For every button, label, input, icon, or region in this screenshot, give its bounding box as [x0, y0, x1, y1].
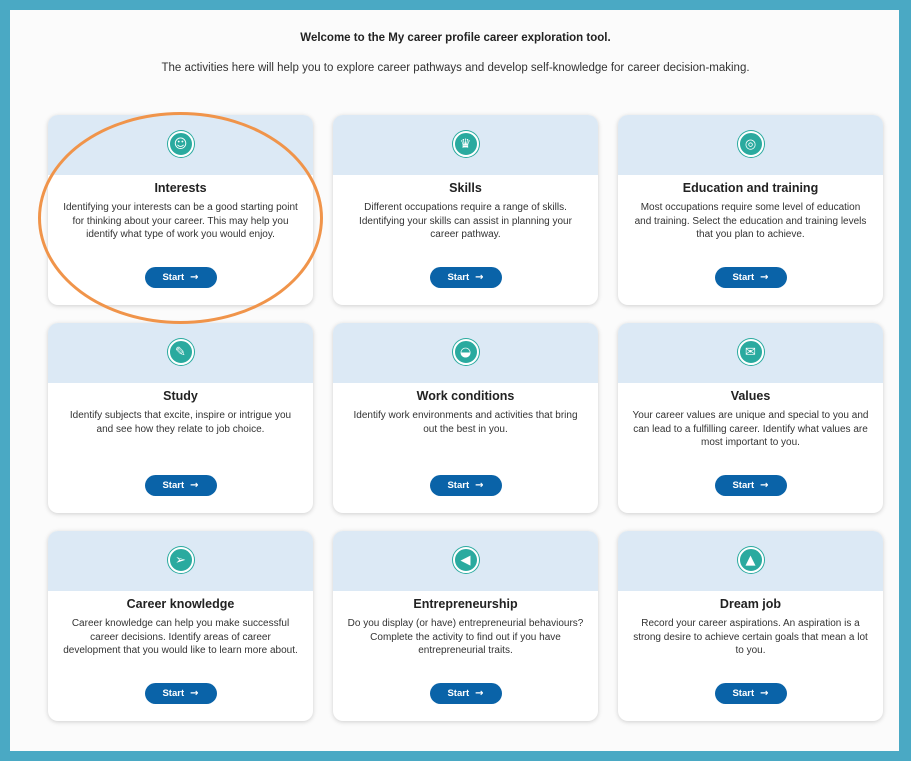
arrow-right-icon: →	[475, 688, 484, 699]
arrow-right-icon: →	[760, 480, 769, 491]
start-button-dream-job[interactable]: Start →	[714, 683, 787, 704]
start-button-entrepreneurship[interactable]: Start →	[429, 683, 502, 704]
card-title: Work conditions	[416, 389, 515, 403]
card-title: Entrepreneurship	[413, 597, 518, 611]
start-label: Start	[447, 480, 470, 491]
target-icon: ◎	[737, 131, 764, 157]
welcome-subtitle: The activities here will help you to exp…	[161, 62, 750, 74]
start-button-career-knowledge[interactable]: Start →	[144, 683, 217, 704]
card-dream-job: ▲ Dream job Record your career aspiratio…	[618, 531, 883, 721]
card-description: Identify subjects that excite, inspire o…	[69, 410, 292, 435]
arrow-right-icon: →	[190, 480, 199, 491]
card-entrepreneurship: ◀ Entrepreneurship Do you display (or ha…	[333, 531, 598, 721]
start-button-skills[interactable]: Start →	[429, 267, 502, 288]
start-button-education[interactable]: Start →	[714, 267, 787, 288]
person-heart-icon: ☺	[167, 131, 194, 157]
start-label: Start	[732, 480, 755, 491]
start-label: Start	[447, 272, 470, 283]
card-work-conditions: ◒ Work conditions Identify work environm…	[333, 323, 598, 513]
card-description: Identifying your interests can be a good…	[63, 202, 298, 240]
card-description: Record your career aspirations. An aspir…	[633, 618, 868, 656]
megaphone-icon: ◀	[452, 547, 479, 573]
start-label: Start	[162, 688, 185, 699]
card-description: Career knowledge can help you make succe…	[63, 618, 298, 656]
start-button-study[interactable]: Start →	[144, 475, 217, 496]
card-title: Career knowledge	[126, 597, 235, 611]
card-description: Most occupations require some level of e…	[634, 202, 867, 240]
paper-plane-icon: ➢	[167, 547, 194, 573]
card-career-knowledge: ➢ Career knowledge Career knowledge can …	[48, 531, 313, 721]
arrow-right-icon: →	[475, 272, 484, 283]
card-values: ✉ Values Your career values are unique a…	[618, 323, 883, 513]
card-description: Different occupations require a range of…	[359, 202, 572, 240]
card-education-and-training: ◎ Education and training Most occupation…	[618, 115, 883, 305]
start-label: Start	[162, 480, 185, 491]
arrow-right-icon: →	[190, 272, 199, 283]
card-interests: ☺ Interests Identifying your interests c…	[48, 115, 313, 305]
card-title: Interests	[154, 181, 207, 195]
mountain-icon: ▲	[737, 547, 764, 573]
card-title: Skills	[449, 181, 482, 195]
start-button-interests[interactable]: Start →	[144, 267, 217, 288]
start-label: Start	[162, 272, 185, 283]
chat-bubble-icon: ✉	[737, 339, 764, 365]
trophy-icon: ♛	[452, 131, 479, 157]
pencil-icon: ✎	[167, 339, 194, 365]
start-label: Start	[732, 272, 755, 283]
card-description: Your career values are unique and specia…	[632, 410, 869, 448]
card-description: Do you display (or have) entrepreneurial…	[347, 618, 584, 656]
card-description: Identify work environments and activitie…	[353, 410, 578, 435]
card-title: Study	[163, 389, 198, 403]
start-button-work-conditions[interactable]: Start →	[429, 475, 502, 496]
start-button-values[interactable]: Start →	[714, 475, 787, 496]
arrow-right-icon: →	[760, 688, 769, 699]
card-skills: ♛ Skills Different occupations require a…	[333, 115, 598, 305]
card-title: Values	[730, 389, 771, 403]
arrow-right-icon: →	[475, 480, 484, 491]
card-title: Education and training	[682, 181, 819, 195]
card-study: ✎ Study Identify subjects that excite, i…	[48, 323, 313, 513]
start-label: Start	[732, 688, 755, 699]
card-title: Dream job	[719, 597, 782, 611]
sunglasses-icon: ◒	[452, 339, 479, 365]
welcome-title: Welcome to the My career profile career …	[300, 32, 611, 44]
arrow-right-icon: →	[190, 688, 199, 699]
arrow-right-icon: →	[760, 272, 769, 283]
start-label: Start	[447, 688, 470, 699]
